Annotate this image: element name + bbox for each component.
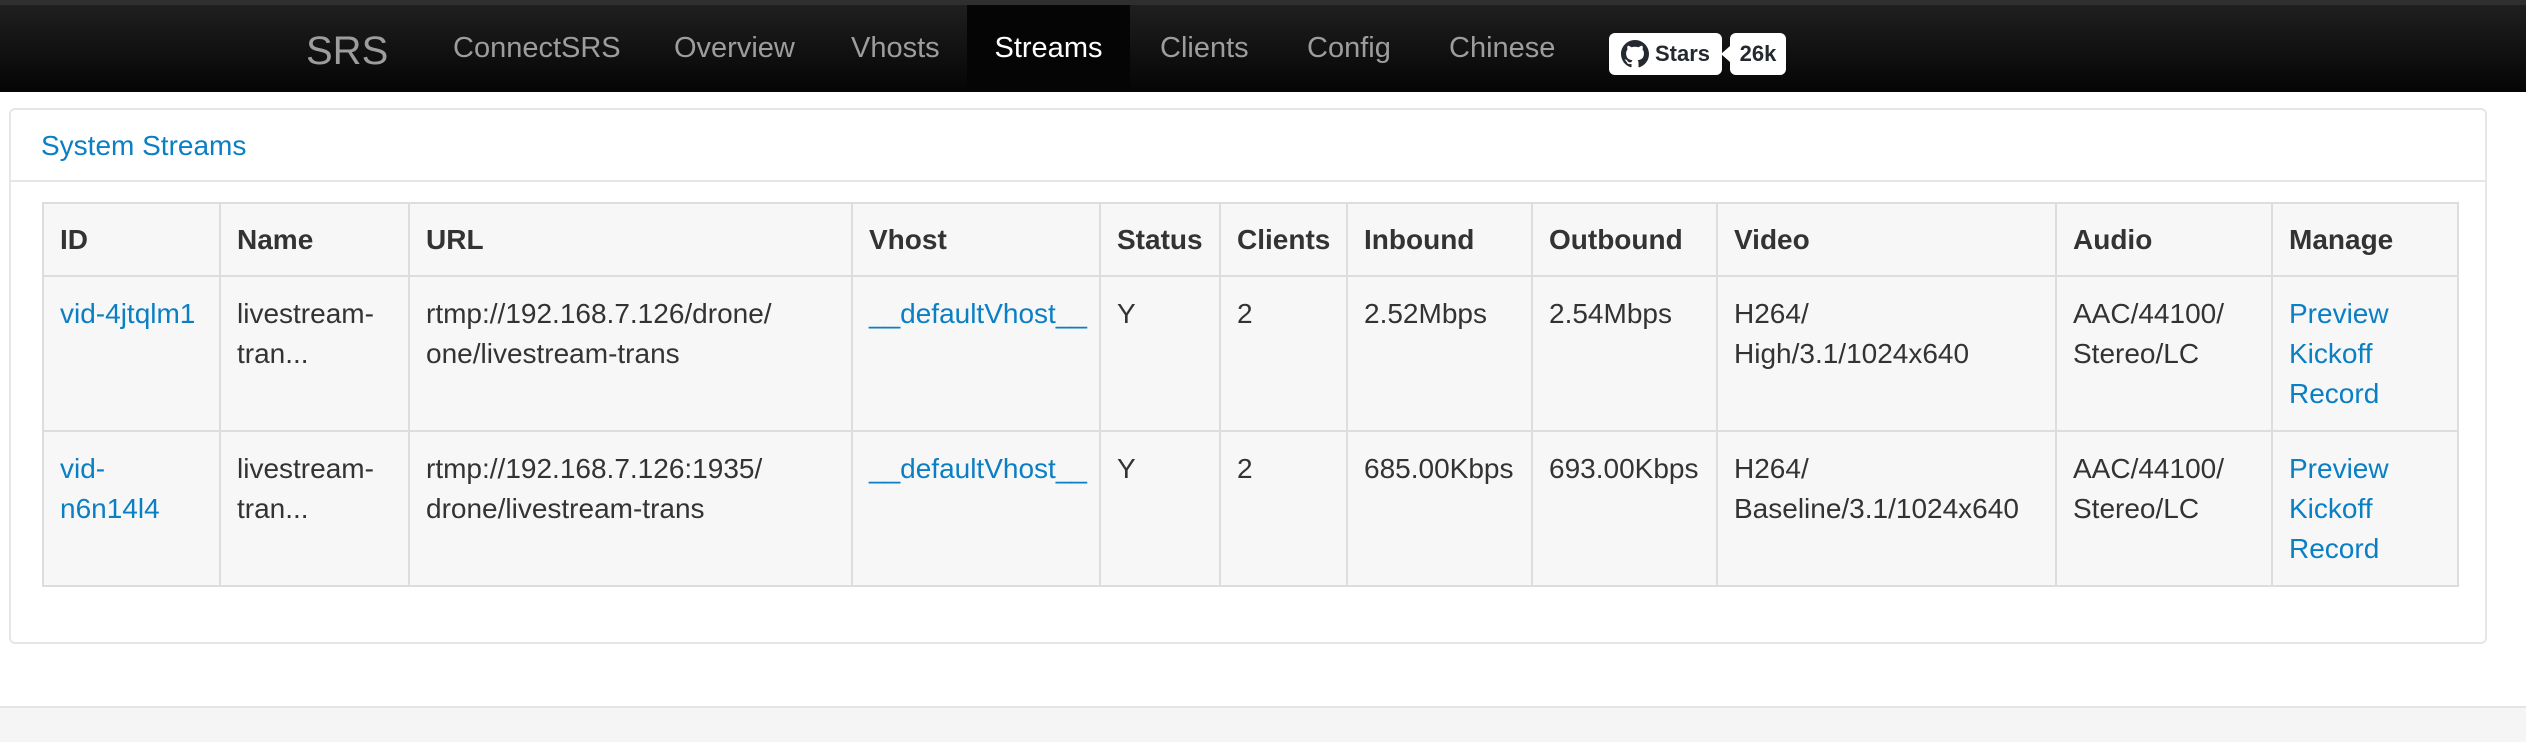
stream-name-line: livestream- [237,298,374,329]
page-footer [0,706,2526,742]
stream-url-line: rtmp://192.168.7.126:1935/ [426,453,763,484]
column-header-manage: Manage [2271,202,2459,277]
stream-name-line: tran... [237,493,309,524]
stream-manage-cell: Preview Kickoff Record [2271,275,2459,432]
nav-item-clients[interactable]: Clients [1141,5,1268,92]
stream-id-line[interactable]: vid- [60,449,203,489]
stream-status-cell: Y [1099,430,1221,587]
stream-name-line: tran... [237,338,309,369]
column-header-audio: Audio [2055,202,2273,277]
stream-name-line: livestream- [237,453,374,484]
stream-outbound-cell: 2.54Mbps [1531,275,1718,432]
stream-audio-line: AAC/44100/ [2073,453,2224,484]
brand-logo[interactable]: SRS [306,25,388,77]
system-streams-panel: System Streams ID Name URL Vhost Status … [9,108,2487,644]
stream-name-cell: livestream- tran... [219,275,410,432]
column-header-inbound: Inbound [1346,202,1533,277]
streams-table: ID Name URL Vhost Status Clients Inbound… [42,202,2459,587]
table-row: vid- n6n14l4 livestream- tran... rtmp://… [42,430,2459,587]
stream-url-line: drone/livestream-trans [426,493,705,524]
stream-name-cell: livestream- tran... [219,430,410,587]
stream-url-cell: rtmp://192.168.7.126:1935/ drone/livestr… [408,430,853,587]
column-header-outbound: Outbound [1531,202,1718,277]
github-stars-label: Stars [1655,41,1711,66]
stream-audio-cell: AAC/44100/ Stereo/LC [2055,275,2273,432]
stream-clients-cell: 2 [1219,275,1348,432]
nav-item-streams[interactable]: Streams [967,5,1130,92]
github-icon [1621,40,1649,68]
column-header-status: Status [1099,202,1221,277]
stream-video-cell: H264/ High/3.1/1024x640 [1716,275,2057,432]
column-header-video: Video [1716,202,2057,277]
stream-audio-line: Stereo/LC [2073,338,2200,369]
stream-video-line: H264/ [1734,453,1809,484]
stream-id-line[interactable]: n6n14l4 [60,489,203,529]
stream-url-line: one/livestream-trans [426,338,680,369]
stream-video-line: Baseline/3.1/1024x640 [1734,493,2019,524]
column-header-clients: Clients [1219,202,1348,277]
stream-url-cell: rtmp://192.168.7.126/drone/ one/livestre… [408,275,853,432]
table-row: vid-4jtqlm1 livestream- tran... rtmp://1… [42,275,2459,432]
column-header-id: ID [42,202,221,277]
stream-id-cell: vid- n6n14l4 [42,430,221,587]
vhost-link[interactable]: __defaultVhost__ [869,449,1087,489]
stream-vhost-cell: __defaultVhost__ [851,430,1101,587]
preview-link[interactable]: Preview [2289,449,2441,489]
stream-vhost-cell: __defaultVhost__ [851,275,1101,432]
github-stars-count[interactable]: 26k [1721,33,1786,75]
nav-item-chinese[interactable]: Chinese [1430,5,1574,92]
stream-status-cell: Y [1099,275,1221,432]
nav-item-overview[interactable]: Overview [655,5,814,92]
stream-url-line: rtmp://192.168.7.126/drone/ [426,298,772,329]
nav-item-config[interactable]: Config [1288,5,1410,92]
stream-id-link[interactable]: vid- n6n14l4 [60,449,203,529]
stream-inbound-cell: 685.00Kbps [1346,430,1533,587]
stream-outbound-cell: 693.00Kbps [1531,430,1718,587]
record-link[interactable]: Record [2289,529,2441,569]
panel-heading: System Streams [11,110,2485,182]
stream-audio-cell: AAC/44100/ Stereo/LC [2055,430,2273,587]
vhost-link[interactable]: __defaultVhost__ [869,294,1087,334]
nav-item-vhosts[interactable]: Vhosts [832,5,959,92]
stream-video-line: H264/ [1734,298,1809,329]
github-stars-button[interactable]: Stars [1609,33,1722,75]
stream-video-line: High/3.1/1024x640 [1734,338,1970,369]
stream-audio-line: Stereo/LC [2073,493,2200,524]
kickoff-link[interactable]: Kickoff [2289,489,2441,529]
nav-item-connectsrs[interactable]: ConnectSRS [434,5,640,92]
navbar: SRS ConnectSRS Overview Vhosts Streams C… [0,0,2526,92]
stream-manage-cell: Preview Kickoff Record [2271,430,2459,587]
table-header-row: ID Name URL Vhost Status Clients Inbound… [42,202,2459,277]
column-header-name: Name [219,202,410,277]
stream-id-link[interactable]: vid-4jtqlm1 [60,294,203,334]
record-link[interactable]: Record [2289,374,2441,414]
stream-inbound-cell: 2.52Mbps [1346,275,1533,432]
preview-link[interactable]: Preview [2289,294,2441,334]
kickoff-link[interactable]: Kickoff [2289,334,2441,374]
column-header-vhost: Vhost [851,202,1101,277]
stream-id-cell: vid-4jtqlm1 [42,275,221,432]
stream-audio-line: AAC/44100/ [2073,298,2224,329]
column-header-url: URL [408,202,853,277]
stream-clients-cell: 2 [1219,430,1348,587]
stream-video-cell: H264/ Baseline/3.1/1024x640 [1716,430,2057,587]
panel-title: System Streams [41,130,247,161]
